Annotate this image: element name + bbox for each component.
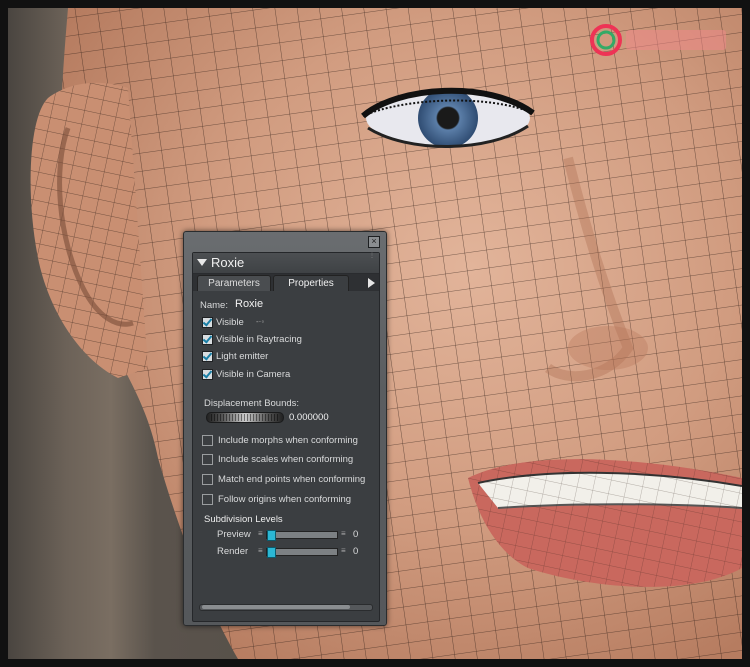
- render-value[interactable]: 0: [353, 546, 358, 557]
- collapse-triangle-icon[interactable]: [197, 259, 207, 266]
- slider-max-icon: ≡: [341, 546, 346, 555]
- render-slider-thumb[interactable]: [267, 547, 276, 558]
- iris: [418, 88, 478, 148]
- subdivision-title: Subdivision Levels: [204, 514, 283, 525]
- tab-properties[interactable]: Properties: [273, 275, 349, 291]
- label-visible-raytracing: Visible in Raytracing: [216, 334, 302, 345]
- slider-max-icon: ≡: [341, 529, 346, 538]
- slider-min-icon: ≡: [258, 529, 263, 538]
- tab-menu-arrow-icon[interactable]: [368, 278, 375, 288]
- displacement-value[interactable]: 0.000000: [289, 412, 329, 423]
- label-include-morphs: Include morphs when conforming: [218, 435, 358, 446]
- checkbox-follow-origins[interactable]: [202, 494, 213, 505]
- label-match-end-points: Match end points when conforming: [218, 474, 366, 485]
- label-include-scales: Include scales when conforming: [218, 454, 354, 465]
- scrollbar-thumb[interactable]: [202, 605, 350, 609]
- panel-header[interactable]: Roxie ⋮: [193, 253, 379, 274]
- close-icon[interactable]: ×: [368, 236, 380, 248]
- name-value[interactable]: Roxie: [235, 298, 263, 310]
- checkbox-visible-raytracing[interactable]: [202, 334, 213, 345]
- screenshot-frame: × Roxie ⋮ Parameters Properties Name: Ro…: [0, 0, 750, 667]
- slider-min-icon: ≡: [258, 546, 263, 555]
- label-follow-origins: Follow origins when conforming: [218, 494, 352, 505]
- label-light-emitter: Light emitter: [216, 351, 269, 362]
- tab-parameters[interactable]: Parameters: [197, 275, 271, 291]
- site-logo: [590, 24, 726, 56]
- checkbox-match-end-points[interactable]: [202, 474, 213, 485]
- checkbox-visible-camera[interactable]: [202, 369, 213, 380]
- preview-slider-thumb[interactable]: [267, 530, 276, 541]
- horizontal-scrollbar[interactable]: [199, 604, 373, 611]
- label-visible: Visible: [216, 317, 244, 328]
- render-label: Render: [217, 546, 249, 557]
- checkbox-visible[interactable]: [202, 317, 213, 328]
- grip-icon: ⋮: [369, 253, 375, 259]
- preview-value[interactable]: 0: [353, 529, 358, 540]
- preview-label: Preview: [217, 529, 251, 540]
- displacement-dial[interactable]: [206, 412, 284, 423]
- tab-bar: Parameters Properties: [193, 274, 379, 291]
- panel-body: Roxie ⋮ Parameters Properties Name: Roxi…: [192, 252, 380, 622]
- preview-slider[interactable]: [266, 530, 338, 541]
- displacement-label: Displacement Bounds:: [204, 398, 300, 409]
- name-label: Name:: [200, 300, 228, 311]
- checkbox-include-morphs[interactable]: [202, 435, 213, 446]
- checkbox-include-scales[interactable]: [202, 454, 213, 465]
- label-visible-camera: Visible in Camera: [216, 369, 291, 380]
- panel-title: Roxie: [211, 255, 245, 270]
- properties-panel[interactable]: × Roxie ⋮ Parameters Properties Name: Ro…: [183, 231, 387, 626]
- visibility-toggle-icon[interactable]: -·◦: [256, 317, 264, 326]
- render-slider[interactable]: [266, 547, 338, 558]
- checkbox-light-emitter[interactable]: [202, 351, 213, 362]
